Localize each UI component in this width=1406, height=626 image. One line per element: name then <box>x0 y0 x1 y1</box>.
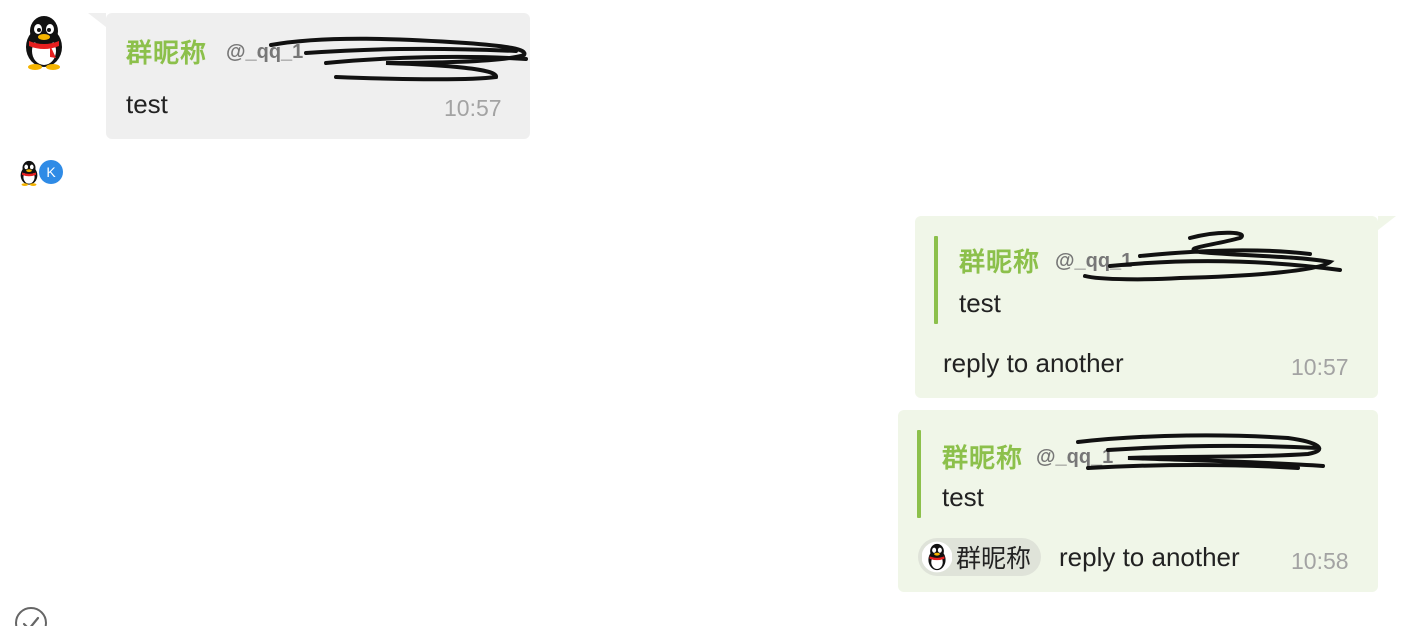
message-time: 10:58 <box>1291 548 1349 574</box>
quote-bar <box>917 430 921 518</box>
sender-handle[interactable]: @_qq_1 <box>226 41 303 64</box>
message-text: test <box>126 89 168 119</box>
message-text: reply to another <box>943 348 1124 378</box>
qq-penguin-reaction-icon <box>20 160 38 186</box>
bubble-tail <box>1378 216 1396 230</box>
quoted-message-text: test <box>942 482 984 512</box>
reactions-row[interactable]: K <box>17 158 67 188</box>
quoted-sender-name[interactable]: 群昵称 <box>959 242 1040 279</box>
qq-penguin-avatar-icon <box>922 541 952 573</box>
sender-name[interactable]: 群昵称 <box>126 33 207 70</box>
quoted-sender-name[interactable]: 群昵称 <box>942 438 1023 475</box>
redaction-scribble <box>269 36 528 82</box>
outgoing-message-bubble[interactable]: 群昵称 @_qq_1 test reply to another 10:57 <box>915 216 1396 398</box>
mention-name: 群昵称 <box>956 544 1032 573</box>
message-text: reply to another <box>1059 542 1240 572</box>
quoted-message-text: test <box>959 288 1001 318</box>
reaction-user-badge[interactable]: K <box>39 160 63 184</box>
qq-penguin-avatar-icon[interactable] <box>20 14 68 70</box>
message-time: 10:57 <box>444 95 502 121</box>
incoming-message-bubble[interactable]: 群昵称 @_qq_1 test 10:57 <box>88 13 530 139</box>
quoted-sender-handle[interactable]: @_qq_1 <box>1055 250 1132 273</box>
check-circle-icon[interactable] <box>14 606 48 626</box>
mention-chip[interactable]: 群昵称 <box>918 538 1042 576</box>
chat-view: 群昵称 @_qq_1 test 10:57 K 群昵称 @_qq_1 test … <box>0 0 1406 626</box>
quoted-sender-handle[interactable]: @_qq_1 <box>1036 446 1113 469</box>
quote-bar <box>934 236 938 324</box>
outgoing-message-bubble[interactable]: 群昵称 @_qq_1 test 群昵称 reply to another 10:… <box>898 410 1378 592</box>
bubble-tail <box>88 13 106 27</box>
message-time: 10:57 <box>1291 354 1349 380</box>
